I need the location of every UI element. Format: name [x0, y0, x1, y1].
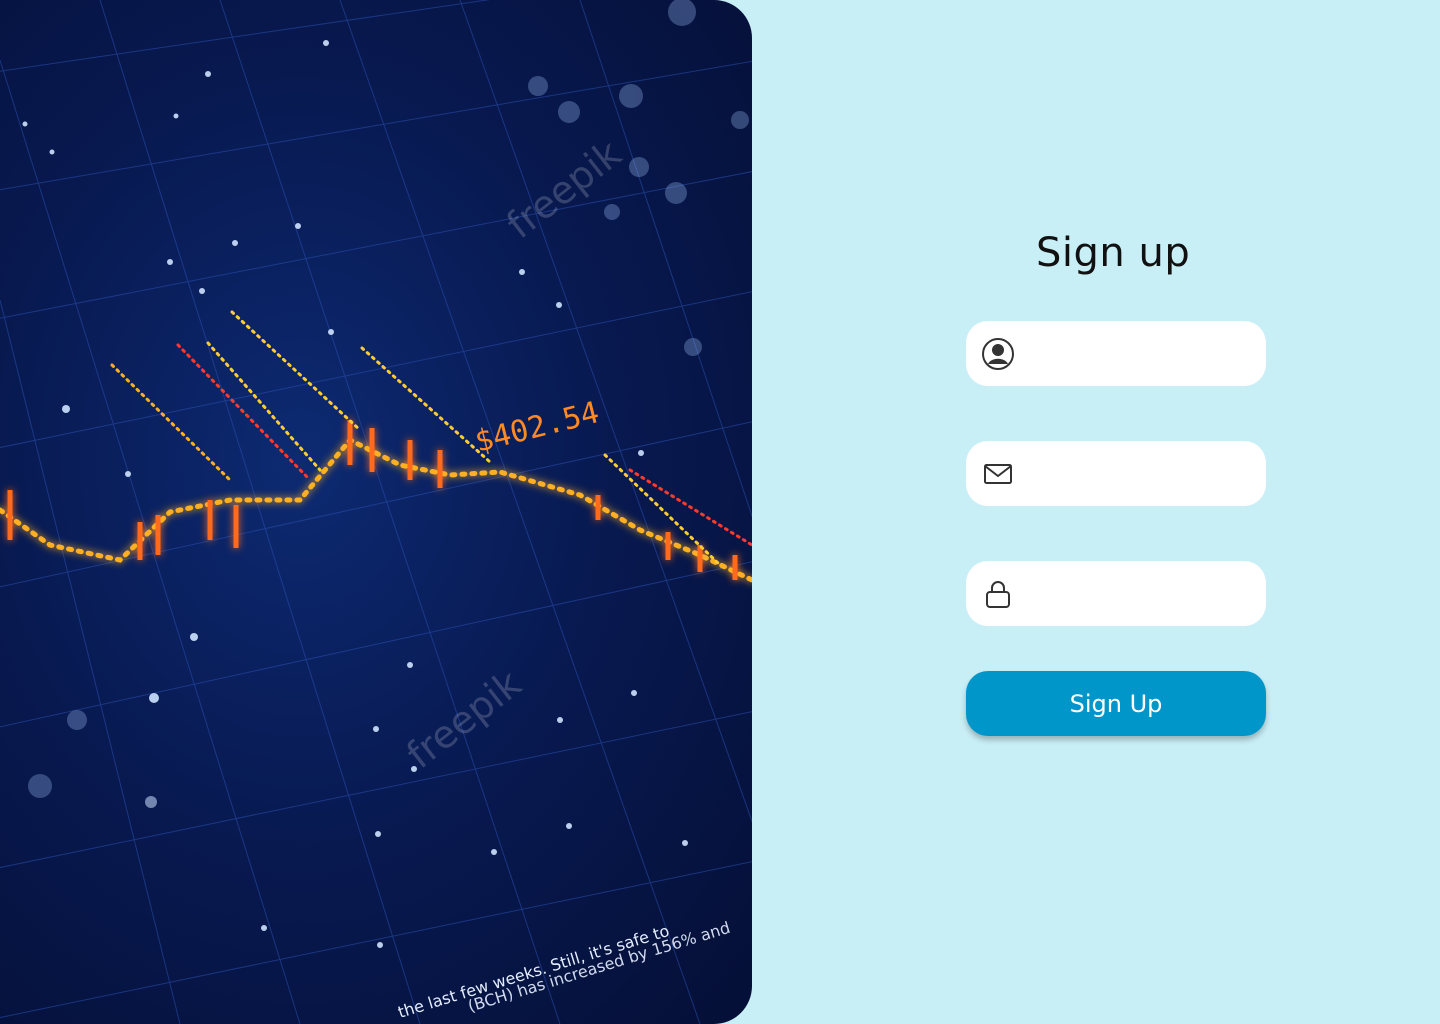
name-input[interactable]: [1026, 321, 1250, 388]
watermark-text: freepik: [398, 661, 529, 777]
name-field[interactable]: [966, 321, 1266, 388]
mail-icon: [981, 457, 1015, 491]
hero-image: $402.54 the last few weeks. Still, it's …: [0, 0, 752, 1024]
watermark-text: freepik: [498, 131, 629, 247]
password-field[interactable]: [966, 561, 1266, 628]
lock-icon: [981, 577, 1015, 611]
sign-up-button[interactable]: Sign Up: [966, 671, 1266, 736]
price-label: $402.54: [471, 395, 602, 460]
user-icon: [981, 337, 1015, 371]
page-title: Sign up: [1036, 230, 1191, 276]
stock-chart-illustration: $402.54 the last few weeks. Still, it's …: [0, 0, 752, 1024]
password-input[interactable]: [1026, 561, 1250, 628]
email-input[interactable]: [1026, 441, 1250, 508]
email-field[interactable]: [966, 441, 1266, 508]
hero-caption-line: the last few weeks. Still, it's safe to: [396, 921, 672, 1022]
